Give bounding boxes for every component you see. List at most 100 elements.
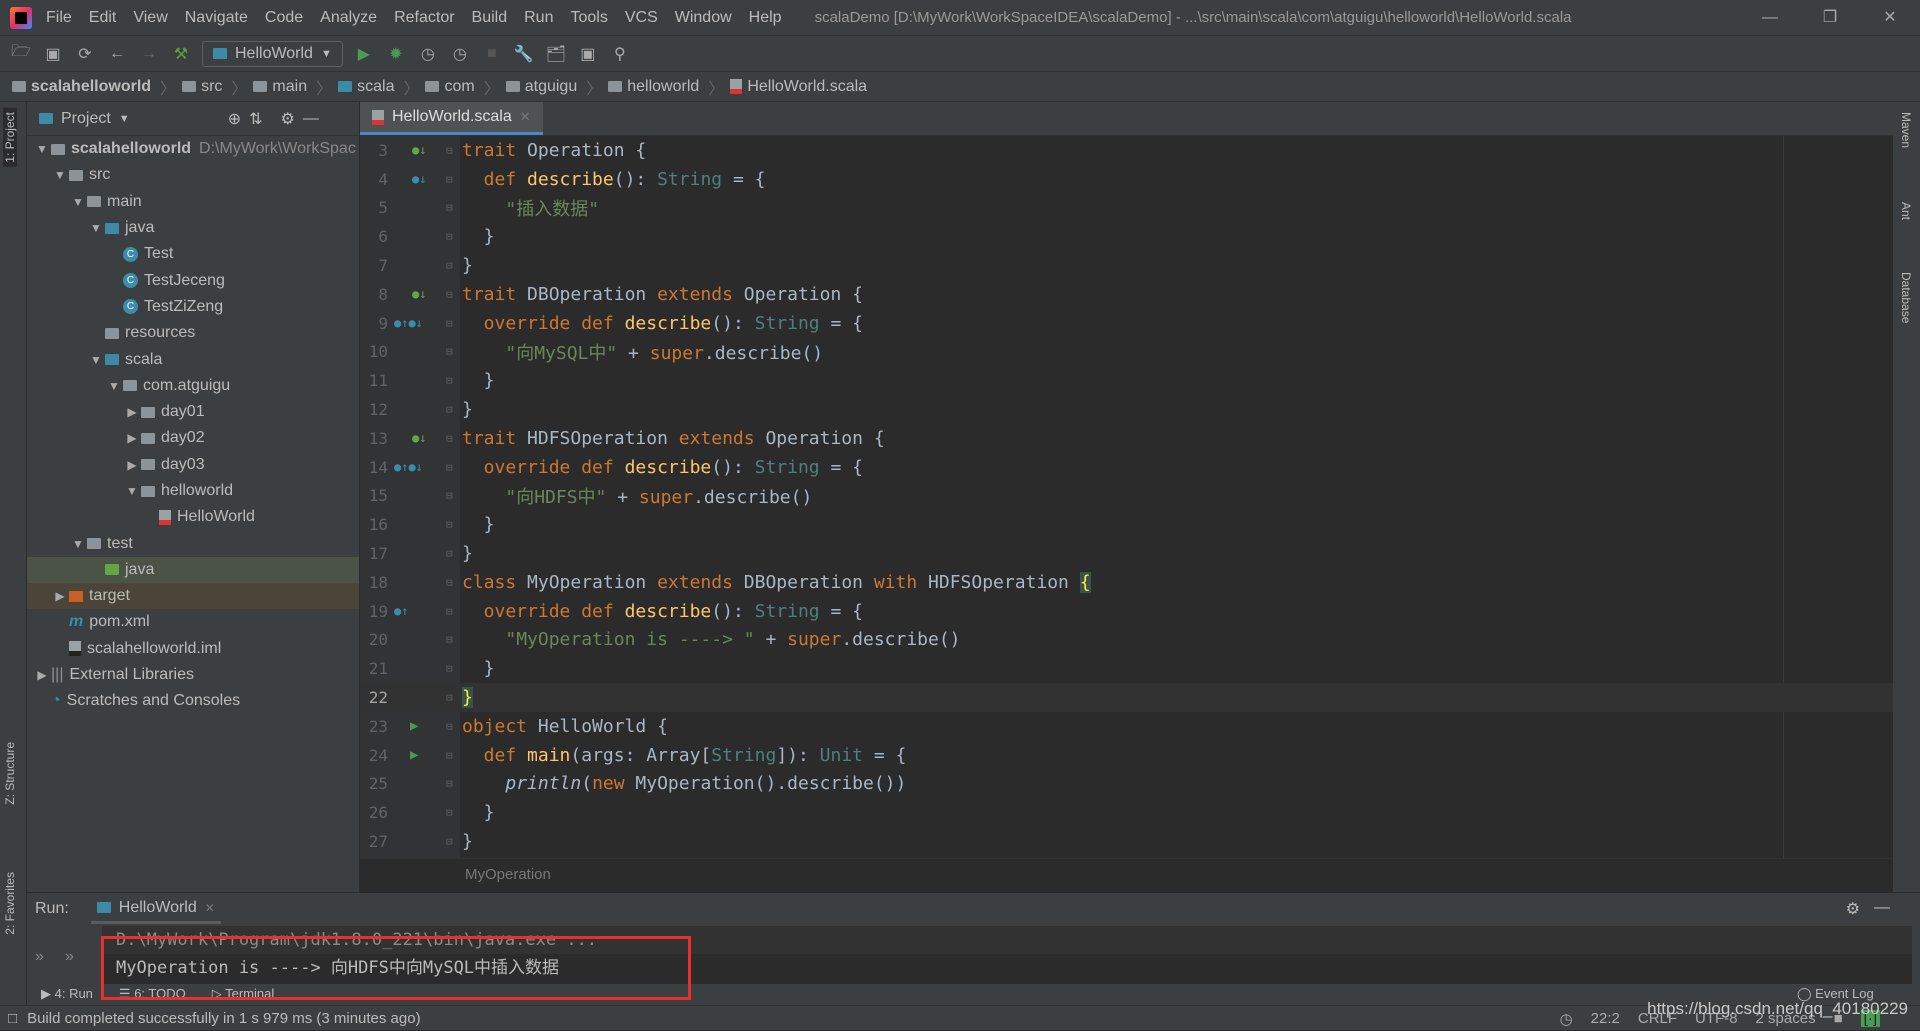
editor-breadcrumb[interactable]: MyOperation xyxy=(360,858,1893,892)
menu-view[interactable]: View xyxy=(133,9,167,27)
project-view-select[interactable]: Project xyxy=(61,110,111,128)
minimize-button[interactable]: — xyxy=(1740,0,1800,36)
fold-marker-icon[interactable]: ⊟ xyxy=(446,403,453,416)
run-configuration-select[interactable]: HelloWorld ▼ xyxy=(202,40,343,67)
locate-icon[interactable]: ⊕ xyxy=(228,109,241,129)
run-tab-helloworld[interactable]: HelloWorld ✕ xyxy=(90,895,221,924)
fold-marker-icon[interactable]: ⊟ xyxy=(446,259,453,272)
fold-marker-icon[interactable]: ⊟ xyxy=(446,691,453,704)
breadcrumb-item[interactable]: helloworld 〉 xyxy=(608,75,724,99)
overrides-icon[interactable]: ●↑ xyxy=(394,604,408,618)
menu-build[interactable]: Build xyxy=(472,9,508,27)
menu-analyze[interactable]: Analyze xyxy=(320,9,377,27)
build-hammer-icon[interactable]: ⚒ xyxy=(170,43,192,65)
gear-icon[interactable]: ⚙ xyxy=(281,109,295,129)
implemented-icon[interactable]: ●↓ xyxy=(412,143,426,157)
fold-marker-icon[interactable]: ⊟ xyxy=(446,317,453,330)
debug-icon[interactable]: ✹ xyxy=(385,43,407,65)
fold-marker-icon[interactable]: ⊟ xyxy=(446,230,453,243)
hide-icon[interactable]: — xyxy=(1874,899,1890,917)
overrides-icon[interactable]: ●↓ xyxy=(412,172,426,186)
tree-item[interactable]: C TestZiZeng xyxy=(27,294,359,320)
menu-code[interactable]: Code xyxy=(265,9,303,27)
fold-marker-icon[interactable]: ⊟ xyxy=(446,288,453,301)
fold-marker-icon[interactable]: ⊟ xyxy=(446,345,453,358)
fold-marker-icon[interactable]: ⊟ xyxy=(446,144,453,157)
tree-item[interactable]: ▶ day02 xyxy=(27,425,359,451)
status-toggle-icon[interactable]: □ xyxy=(8,1010,17,1027)
breadcrumb-item[interactable]: com 〉 xyxy=(425,75,500,99)
menu-navigate[interactable]: Navigate xyxy=(185,9,248,27)
tree-item[interactable]: C TestJeceng xyxy=(27,267,359,293)
run-icon[interactable]: ▶ xyxy=(353,43,375,65)
tool-tab-favorites[interactable]: 2: Favorites xyxy=(3,872,17,935)
breadcrumb-item[interactable]: atguigu 〉 xyxy=(505,75,602,99)
tool-tab-project[interactable]: 1: Project xyxy=(3,108,17,167)
tree-item[interactable]: ▼ scala xyxy=(27,346,359,372)
implemented-icon[interactable]: ●↓ xyxy=(412,287,426,301)
tool-tab-database[interactable]: Database xyxy=(1899,272,1913,323)
breadcrumb-item[interactable]: scala 〉 xyxy=(338,75,419,99)
menu-tools[interactable]: Tools xyxy=(570,9,607,27)
overrides-icon[interactable]: ●↑●↓ xyxy=(394,316,423,330)
tree-item[interactable]: scalahelloworld.iml xyxy=(27,636,359,662)
sync-icon[interactable]: ⟳ xyxy=(74,43,96,65)
menu-refactor[interactable]: Refactor xyxy=(394,9,454,27)
fold-marker-icon[interactable]: ⊟ xyxy=(446,201,453,214)
tree-item[interactable]: C Test xyxy=(27,241,359,267)
terminal-window-icon[interactable]: ▣ xyxy=(577,43,599,65)
fold-marker-icon[interactable]: ⊟ xyxy=(446,806,453,819)
fold-marker-icon[interactable]: ⊟ xyxy=(446,432,453,445)
tool-tab-structure[interactable]: Z: Structure xyxy=(3,742,17,805)
tree-item[interactable]: ▼ helloworld xyxy=(27,478,359,504)
fold-marker-icon[interactable]: ⊟ xyxy=(446,720,453,733)
close-tab-icon[interactable]: ✕ xyxy=(520,109,531,125)
settings-wrench-icon[interactable]: 🔧 xyxy=(513,43,535,65)
run-gutter-icon[interactable]: ▶ xyxy=(410,718,418,734)
close-button[interactable]: ✕ xyxy=(1860,0,1920,36)
back-icon[interactable]: ← xyxy=(106,43,128,65)
fold-marker-icon[interactable]: ⊟ xyxy=(446,777,453,790)
tree-item[interactable]: m pom.xml xyxy=(27,609,359,635)
tree-item[interactable]: ▶ day03 xyxy=(27,452,359,478)
tree-item[interactable]: java xyxy=(27,556,359,584)
tree-item[interactable]: ▼ test xyxy=(27,530,359,556)
fold-marker-icon[interactable]: ⊟ xyxy=(446,749,453,762)
tree-item[interactable]: ▼ src xyxy=(27,162,359,188)
tree-item[interactable]: ▶ target xyxy=(27,583,359,610)
fold-marker-icon[interactable]: ⊟ xyxy=(446,518,453,531)
tool-tab-maven[interactable]: Maven xyxy=(1899,112,1913,148)
implemented-icon[interactable]: ●↓ xyxy=(412,431,426,445)
save-icon[interactable]: ▣ xyxy=(42,43,64,65)
editor-tab-helloworld[interactable]: HelloWorld.scala ✕ xyxy=(360,102,543,135)
breadcrumb-item[interactable]: scalahelloworld 〉 xyxy=(12,75,176,99)
close-tab-icon[interactable]: ✕ xyxy=(205,901,215,915)
tree-item[interactable]: ▼ main xyxy=(27,189,359,215)
menu-window[interactable]: Window xyxy=(675,9,732,27)
coverage-icon[interactable]: ◷ xyxy=(417,43,439,65)
tree-item[interactable]: ▶ day01 xyxy=(27,399,359,425)
tree-item[interactable]: ▼ java xyxy=(27,215,359,241)
run-gutter-icon[interactable]: ▶ xyxy=(410,747,418,763)
tree-item[interactable]: ◔ Scratches and Consoles xyxy=(27,688,359,714)
fold-marker-icon[interactable]: ⊟ xyxy=(446,374,453,387)
chevron-down-icon[interactable]: ▼ xyxy=(119,113,130,125)
forward-icon[interactable]: → xyxy=(138,43,160,65)
menu-vcs[interactable]: VCS xyxy=(625,9,658,27)
code-area[interactable]: 3 ●↓ ⊟ trait Operation {4 ●↓ ⊟ def describe()… xyxy=(360,136,1893,856)
project-structure-icon[interactable]: 🗂 xyxy=(545,43,567,65)
tool-tab-ant[interactable]: Ant xyxy=(1899,202,1913,220)
fold-marker-icon[interactable]: ⊟ xyxy=(446,576,453,589)
tree-item[interactable]: ▶ ||| External Libraries xyxy=(27,662,359,688)
fold-marker-icon[interactable]: ⊟ xyxy=(446,605,453,618)
fold-marker-icon[interactable]: ⊟ xyxy=(446,461,453,474)
fold-marker-icon[interactable]: ⊟ xyxy=(446,633,453,646)
menu-edit[interactable]: Edit xyxy=(89,9,117,27)
gear-icon[interactable]: ⚙ xyxy=(1846,899,1860,919)
fold-marker-icon[interactable]: ⊟ xyxy=(446,489,453,502)
memory-indicator-icon[interactable]: ◷ xyxy=(1560,1010,1573,1028)
tree-item[interactable]: ▼ com.atguigu xyxy=(27,373,359,399)
restore-button[interactable]: ❐ xyxy=(1800,0,1860,36)
fold-marker-icon[interactable]: ⊟ xyxy=(446,835,453,848)
menu-run[interactable]: Run xyxy=(524,9,553,27)
